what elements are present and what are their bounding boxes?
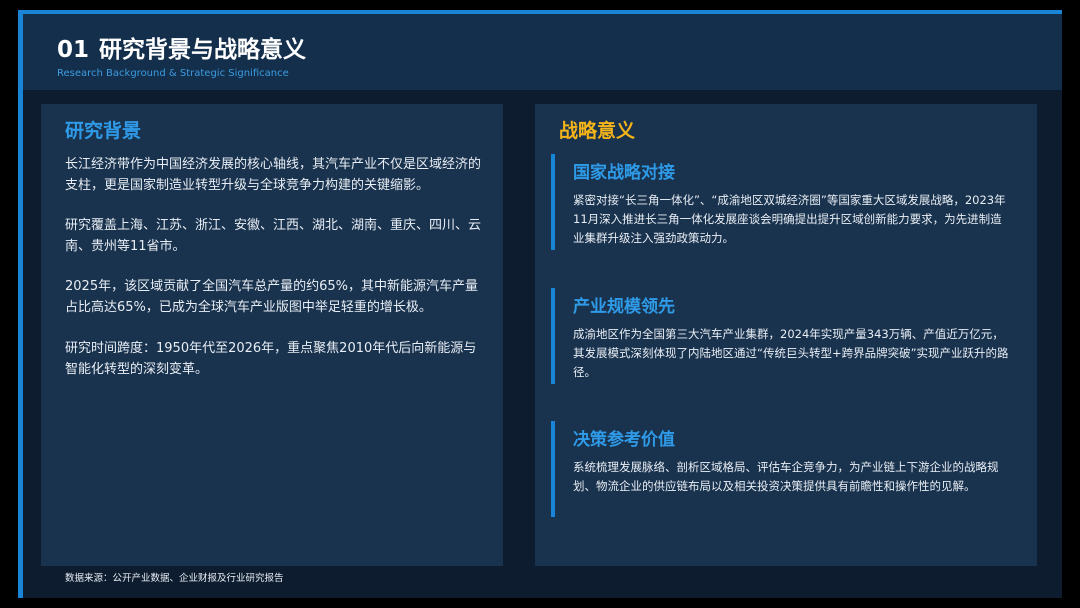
item-accent-bar: [551, 288, 555, 384]
page-title: 01 研究背景与战略意义: [57, 30, 306, 64]
background-paragraph: 长江经济带作为中国经济发展的核心轴线，其汽车产业不仅是区域经济的支柱，更是国家制…: [65, 157, 482, 193]
background-paragraph: 研究时间跨度：1950年代至2026年，重点聚焦2010年代后向新能源与智能化转…: [65, 341, 477, 377]
item-accent-bar: [551, 154, 555, 250]
header: 01 研究背景与战略意义 Research Background & Strate…: [23, 14, 1062, 90]
item-title: 决策参考价值: [573, 430, 675, 450]
background-paragraph: 2025年，该区域贡献了全国汽车总产量的约65%，其中新能源汽车产量占比高达65…: [65, 279, 478, 315]
background-paragraph: 研究覆盖上海、江苏、浙江、安徽、江西、湖北、湖南、重庆、四川、云南、贵州等11省…: [65, 218, 482, 254]
section-number: 01: [57, 37, 90, 63]
background-title: 研究背景: [65, 120, 142, 142]
item-text: 紧密对接“长三角一体化”、“成渝地区双城经济圈”等国家重大区域发展战略，2023…: [573, 193, 1006, 245]
item-title: 产业规模领先: [573, 297, 675, 317]
title-text: 研究背景与战略意义: [99, 37, 307, 63]
background-panel: 研究背景 长江经济带作为中国经济发展的核心轴线，其汽车产业不仅是区域经济的支柱，…: [41, 104, 503, 566]
significance-item: 产业规模领先 成渝地区作为全国第三大汽车产业集群，2024年实现产量343万辆、…: [551, 288, 1011, 384]
item-accent-bar: [551, 421, 555, 517]
item-text: 成渝地区作为全国第三大汽车产业集群，2024年实现产量343万辆、产值近万亿元，…: [573, 327, 1009, 379]
left-accent-bar: [18, 10, 23, 598]
significance-item: 决策参考价值 系统梳理发展脉络、剖析区域格局、评估车企竞争力，为产业链上下游企业…: [551, 421, 1011, 517]
significance-panel: 战略意义 国家战略对接 紧密对接“长三角一体化”、“成渝地区双城经济圈”等国家重…: [535, 104, 1037, 566]
page-subtitle: Research Background & Strategic Signific…: [57, 68, 289, 79]
item-title: 国家战略对接: [573, 163, 675, 183]
slide: 01 研究背景与战略意义 Research Background & Strate…: [18, 10, 1062, 598]
significance-item: 国家战略对接 紧密对接“长三角一体化”、“成渝地区双城经济圈”等国家重大区域发展…: [551, 154, 1011, 250]
significance-title: 战略意义: [559, 120, 636, 142]
data-source-note: 数据来源：公开产业数据、企业财报及行业研究报告: [65, 573, 284, 584]
item-text: 系统梳理发展脉络、剖析区域格局、评估车企竞争力，为产业链上下游企业的战略规划、物…: [573, 460, 999, 493]
